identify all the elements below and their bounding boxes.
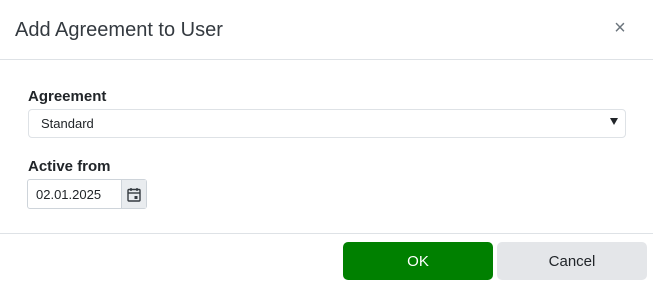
ok-button[interactable]: OK <box>343 242 493 280</box>
close-glyph: × <box>614 16 626 39</box>
calendar-svg <box>127 187 141 202</box>
dialog-header: Add Agreement to User × <box>0 0 653 60</box>
active-from-date-picker <box>27 179 147 209</box>
add-agreement-dialog: Add Agreement to User × Agreement Standa… <box>0 0 653 286</box>
agreement-selected-value: Standard <box>41 116 94 131</box>
calendar-icon[interactable] <box>121 180 146 208</box>
close-icon[interactable]: × <box>609 17 631 39</box>
agreement-select[interactable]: Standard <box>28 109 626 138</box>
agreement-label: Agreement <box>28 88 107 105</box>
dialog-footer: OK Cancel <box>0 233 653 286</box>
active-from-label: Active from <box>28 158 111 175</box>
dropdown-arrow-icon <box>610 118 618 125</box>
dialog-title: Add Agreement to User <box>15 19 223 41</box>
dialog-body: Agreement Standard Active from <box>0 60 653 233</box>
active-from-input[interactable] <box>28 180 122 208</box>
cancel-button[interactable]: Cancel <box>497 242 647 280</box>
